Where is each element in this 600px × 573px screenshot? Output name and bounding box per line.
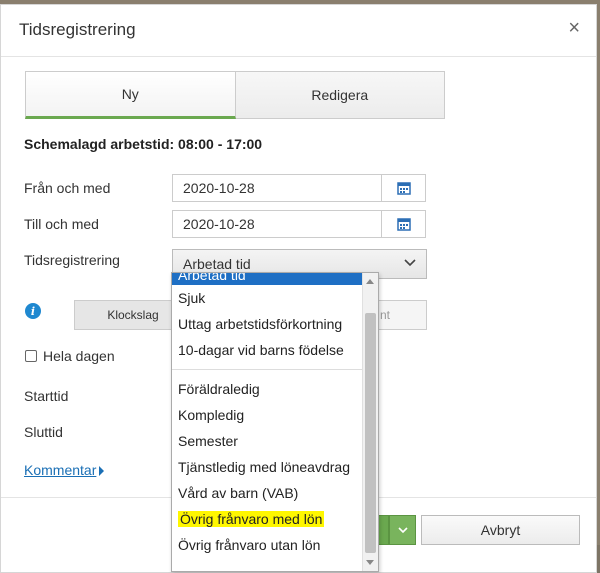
dropdown-option-highlighted[interactable]: Övrig frånvaro med lön <box>172 506 363 532</box>
info-icon[interactable]: i <box>25 303 41 319</box>
from-date-input[interactable]: 2020-10-28 <box>172 174 382 202</box>
dropdown-option[interactable]: Sjuk <box>172 285 363 311</box>
to-date-calendar-button[interactable] <box>381 210 426 238</box>
calendar-icon <box>396 182 411 195</box>
dropdown-option[interactable]: Kompledig <box>172 402 363 428</box>
calendar-icon <box>396 218 411 231</box>
to-date-label: Till och med <box>24 216 99 232</box>
schedule-text: Schemalagd arbetstid: 08:00 - 17:00 <box>24 136 263 152</box>
tab-new[interactable]: Ny <box>25 71 236 119</box>
from-date-calendar-button[interactable] <box>381 174 426 202</box>
dropdown-option[interactable]: Vård av barn (VAB) <box>172 480 363 506</box>
highlighted-option-label: Övrig frånvaro med lön <box>178 511 325 527</box>
from-date-label: Från och med <box>24 180 111 196</box>
to-date-input[interactable]: 2020-10-28 <box>172 210 382 238</box>
dialog-header: Tidsregistrering × <box>1 5 596 57</box>
dropdown-option[interactable]: 10-dagar vid barns födelse <box>172 337 363 363</box>
all-day-label: Hela dagen <box>43 348 115 364</box>
scroll-down-icon[interactable] <box>366 560 374 565</box>
registration-type-dropdown: Arbetad tid Sjuk Uttag arbetstidsförkort… <box>171 272 379 572</box>
dropdown-list: Arbetad tid Sjuk Uttag arbetstidsförkort… <box>172 273 363 558</box>
dropdown-option[interactable]: Semester <box>172 428 363 454</box>
save-options-button[interactable] <box>389 515 416 545</box>
dropdown-option[interactable]: Tjänstledig med löneavdrag <box>172 454 363 480</box>
scrollbar-thumb[interactable] <box>365 313 376 553</box>
dropdown-option[interactable]: Övrig frånvaro utan lön <box>172 532 363 558</box>
cancel-button[interactable]: Avbryt <box>421 515 580 545</box>
scroll-up-icon[interactable] <box>366 279 374 284</box>
registration-type-value: Arbetad tid <box>183 256 251 272</box>
chevron-down-icon <box>397 526 408 533</box>
all-day-row: Hela dagen <box>25 348 115 364</box>
mode-tabs: Ny Redigera <box>25 71 445 119</box>
start-time-label: Starttid <box>24 388 69 404</box>
dropdown-separator <box>172 369 363 370</box>
dropdown-option-selected[interactable]: Arbetad tid <box>172 273 363 285</box>
chevron-down-icon <box>404 259 416 267</box>
dropdown-option[interactable]: Uttag arbetstidsförkortning <box>172 311 363 337</box>
close-icon[interactable]: × <box>568 17 580 40</box>
dropdown-scrollbar[interactable] <box>362 273 378 571</box>
dialog-title: Tidsregistrering <box>19 20 136 39</box>
all-day-checkbox[interactable] <box>25 350 37 362</box>
caret-right-icon <box>99 466 105 477</box>
tab-edit[interactable]: Redigera <box>235 71 445 119</box>
registration-type-label: Tidsregistrering <box>24 252 120 268</box>
end-time-label: Sluttid <box>24 424 63 440</box>
comment-link[interactable]: Kommentar <box>24 462 105 478</box>
dropdown-option[interactable]: Föräldraledig <box>172 376 363 402</box>
comment-link-label: Kommentar <box>24 462 97 478</box>
